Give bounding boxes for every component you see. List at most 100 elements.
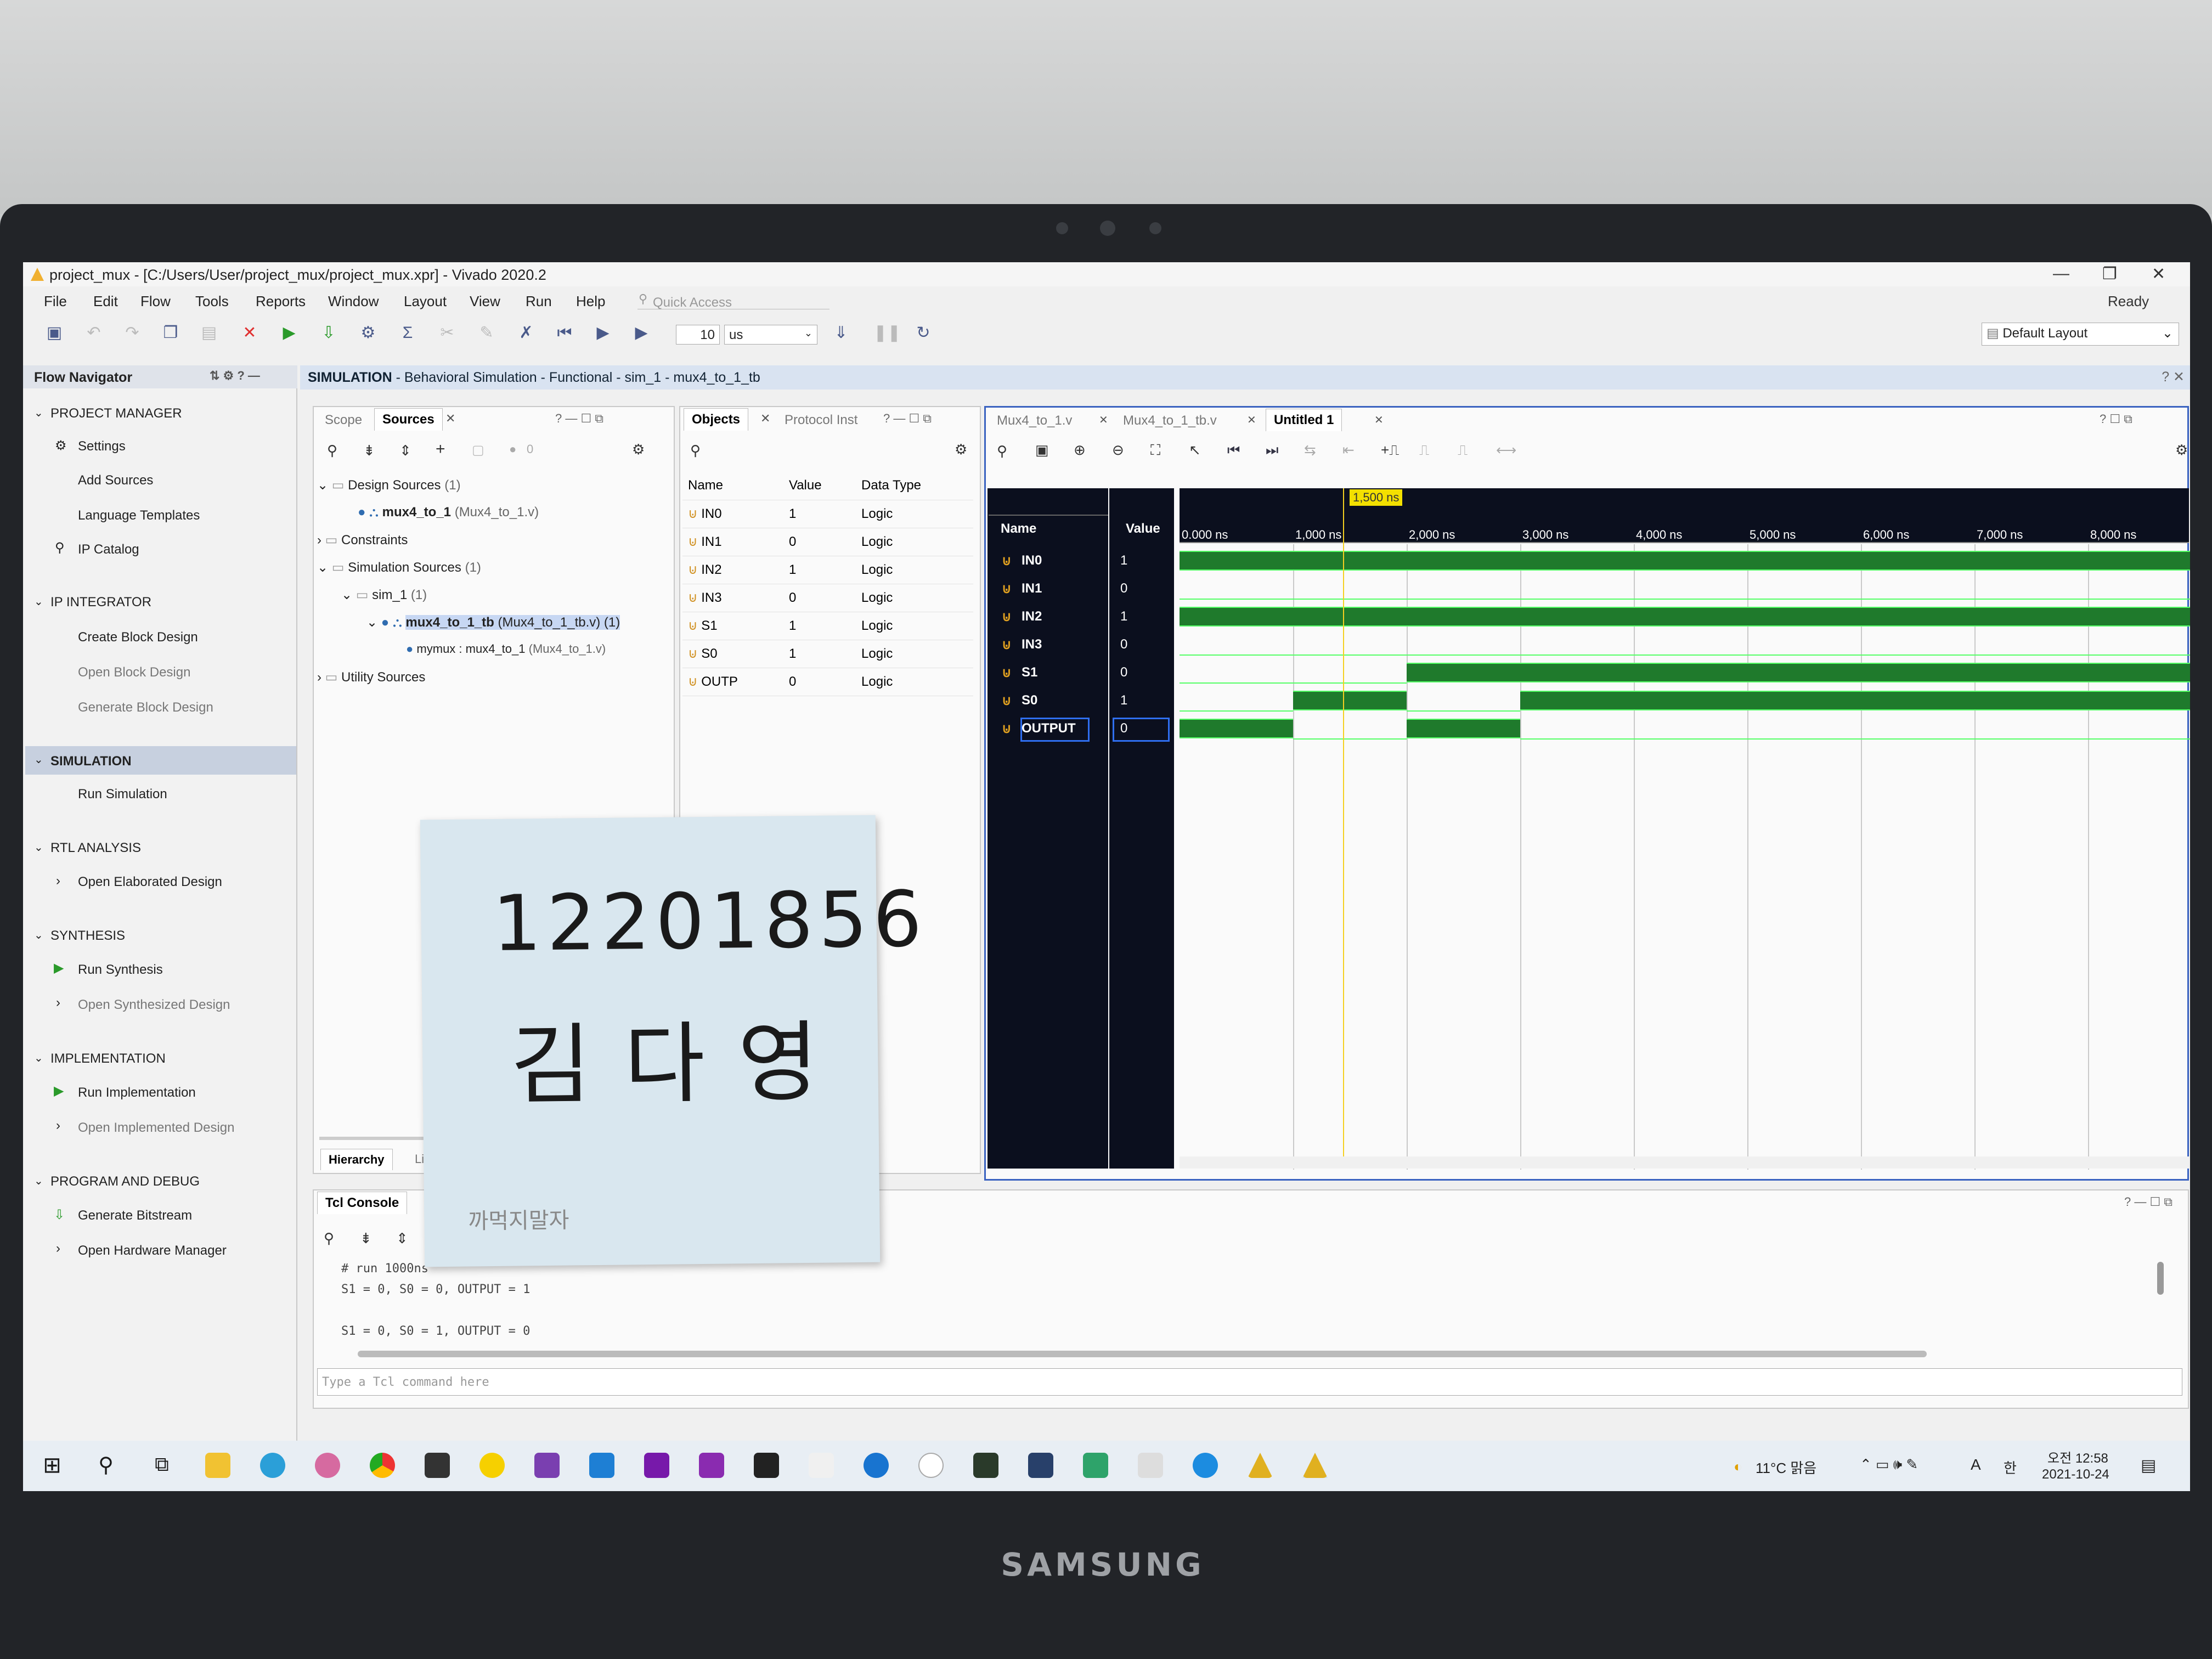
tab-protocol-instances[interactable]: Protocol Inst [777, 409, 865, 431]
panel-controls-icon[interactable]: ⇅ ⚙ ? — [210, 369, 260, 383]
menu-flow[interactable]: Flow [140, 293, 171, 310]
debug-tool-icon[interactable]: ✗ [517, 324, 535, 342]
tab-tcl-console[interactable]: Tcl Console [317, 1192, 408, 1214]
wave-signal-name[interactable]: IN0 [1022, 553, 1042, 568]
menu-file[interactable]: File [44, 293, 67, 310]
wave-signal-name[interactable]: IN2 [1022, 609, 1042, 624]
tab-mux4-to-1-v[interactable]: Mux4_to_1.v [989, 410, 1080, 432]
disabled-tool-icon[interactable]: ✂ [438, 324, 456, 342]
nav-open-implemented-design[interactable]: Open Implemented Design [78, 1120, 235, 1136]
tray-icons[interactable]: ⌃ ▭ 🕪 ✎ [1860, 1456, 1918, 1474]
section-simulation[interactable]: SIMULATION [50, 754, 132, 769]
chevron-down-icon[interactable]: ⌄ [34, 840, 43, 854]
maximize-button[interactable]: ❐ [2102, 264, 2117, 284]
close-tab-icon[interactable]: ✕ [760, 411, 770, 426]
chevron-right-icon[interactable]: › [56, 995, 60, 1011]
section-synthesis[interactable]: SYNTHESIS [50, 928, 125, 944]
onenote2-icon[interactable] [699, 1453, 724, 1478]
cancel-icon[interactable]: ✕ [240, 324, 259, 342]
chevron-down-icon[interactable]: ⌄ [34, 406, 43, 420]
nav-open-hardware-manager[interactable]: Open Hardware Manager [78, 1243, 227, 1259]
table-row[interactable]: ⊍ IN1 0 Logic [682, 528, 973, 556]
nav-settings[interactable]: Settings [78, 439, 126, 454]
table-row[interactable]: ⊍ IN0 1 Logic [682, 500, 973, 528]
tab-hierarchy[interactable]: Hierarchy [320, 1149, 393, 1170]
wave-signal-name[interactable]: S1 [1022, 665, 1037, 680]
tree-utility-sources[interactable]: › ▭ Utility Sources [317, 669, 425, 685]
wave-horizontal-scrollbar[interactable] [1180, 1156, 2189, 1169]
section-implementation[interactable]: IMPLEMENTATION [50, 1051, 166, 1066]
goto-cursor-icon[interactable]: ↖ [1189, 442, 1201, 459]
maps-icon[interactable] [864, 1453, 889, 1478]
table-row[interactable]: ⊍ IN3 0 Logic [682, 584, 973, 612]
tree-mymux[interactable]: ● mymux : mux4_to_1 (Mux4_to_1.v) [406, 642, 606, 656]
redo-icon[interactable]: ↷ [123, 324, 142, 342]
next-marker-icon[interactable]: ⎍ [1458, 442, 1468, 459]
restart-icon[interactable]: ⏮ [555, 324, 574, 342]
search-icon[interactable]: ⚲ [997, 443, 1007, 460]
minimize-button[interactable]: — [2053, 264, 2069, 283]
chevron-right-icon[interactable]: › [56, 1118, 60, 1133]
chevron-right-icon[interactable]: › [56, 1241, 60, 1256]
run-for-icon[interactable]: ▶ [632, 324, 651, 342]
tree-constraints[interactable]: › ▭ Constraints [317, 532, 408, 548]
tab-objects[interactable]: Objects [684, 408, 749, 431]
save-icon[interactable]: ▣ [1035, 442, 1049, 459]
section-program-and-debug[interactable]: PROGRAM AND DEBUG [50, 1174, 200, 1189]
zoom-fit-icon[interactable]: ⛶ [1150, 442, 1160, 459]
search-icon[interactable]: ⚲ [93, 1453, 119, 1478]
chevron-down-icon[interactable]: ⌄ [34, 595, 43, 608]
prev-transition-icon[interactable]: ⇤ [1342, 442, 1355, 459]
add-icon[interactable]: + [436, 440, 445, 459]
pause-icon[interactable]: ❚❚ [873, 324, 901, 342]
section-rtl-analysis[interactable]: RTL ANALYSIS [50, 840, 141, 856]
prev-marker-icon[interactable]: ⎍ [1419, 442, 1429, 459]
tree-simulation-sources[interactable]: ⌄ ▭ Simulation Sources (1) [317, 560, 481, 575]
collapse-all-icon[interactable]: ⇟ [363, 442, 375, 459]
step-icon[interactable]: ⇓ [832, 324, 850, 342]
chevron-down-icon[interactable]: ⌄ [34, 928, 43, 942]
program-icon[interactable]: ⇩ [319, 324, 338, 342]
zoom-in-icon[interactable]: ⊕ [1074, 442, 1086, 459]
time-cursor[interactable] [1343, 488, 1344, 1169]
wave-signal-name[interactable]: IN3 [1022, 637, 1042, 652]
vscode-icon[interactable] [589, 1453, 614, 1478]
menu-tools[interactable]: Tools [195, 293, 229, 310]
close-window-button[interactable]: ✕ [2152, 264, 2165, 284]
language-indicator[interactable]: 한 [2004, 1457, 2017, 1477]
menu-help[interactable]: Help [576, 293, 605, 310]
weather-text[interactable]: 11°C 맑음 [1756, 1457, 1816, 1477]
edge-legacy-icon[interactable] [260, 1453, 285, 1478]
pycharm-icon[interactable] [973, 1453, 998, 1478]
section-project-manager[interactable]: PROJECT MANAGER [50, 406, 182, 421]
add-marker-icon[interactable]: +⎍ [1381, 442, 1399, 459]
collapse-all-icon[interactable]: ⇟ [360, 1230, 372, 1247]
nav-open-synthesized-design[interactable]: Open Synthesized Design [78, 997, 230, 1013]
wave-signal-name[interactable]: S0 [1022, 693, 1037, 708]
nav-generate-block-design[interactable]: Generate Block Design [78, 700, 213, 715]
menu-reports[interactable]: Reports [256, 293, 306, 310]
goto-end-icon[interactable]: ⏭ [1266, 442, 1278, 459]
nav-open-elaborated-design[interactable]: Open Elaborated Design [78, 874, 222, 890]
chevron-down-icon[interactable]: ⌄ [34, 753, 43, 766]
run-time-input[interactable]: 10 [676, 325, 720, 345]
undo-icon[interactable]: ↶ [84, 324, 103, 342]
settings-gear-icon[interactable]: ⚙ [359, 324, 377, 342]
close-tab-icon[interactable]: ✕ [1099, 413, 1108, 427]
search-icon[interactable]: ⚲ [324, 1230, 334, 1247]
visual-studio-icon[interactable] [534, 1453, 560, 1478]
menu-run[interactable]: Run [526, 293, 552, 310]
chrome-icon[interactable] [370, 1453, 395, 1478]
nav-run-simulation[interactable]: Run Simulation [78, 787, 167, 802]
console-horizontal-scrollbar[interactable] [358, 1351, 1927, 1357]
zoom-out-icon[interactable]: ⊖ [1112, 442, 1124, 459]
section-ip-integrator[interactable]: IP INTEGRATOR [50, 595, 151, 610]
windows-start-icon[interactable]: ⊞ [40, 1453, 65, 1478]
nav-generate-bitstream[interactable]: Generate Bitstream [78, 1208, 192, 1223]
open-project-icon[interactable]: ▣ [45, 324, 64, 342]
app-icon[interactable] [809, 1453, 834, 1478]
search-icon[interactable]: ⚲ [327, 442, 337, 459]
expand-all-icon[interactable]: ⇕ [396, 1230, 408, 1247]
col-data-type[interactable]: Data Type [856, 472, 973, 500]
onenote-icon[interactable] [644, 1453, 669, 1478]
